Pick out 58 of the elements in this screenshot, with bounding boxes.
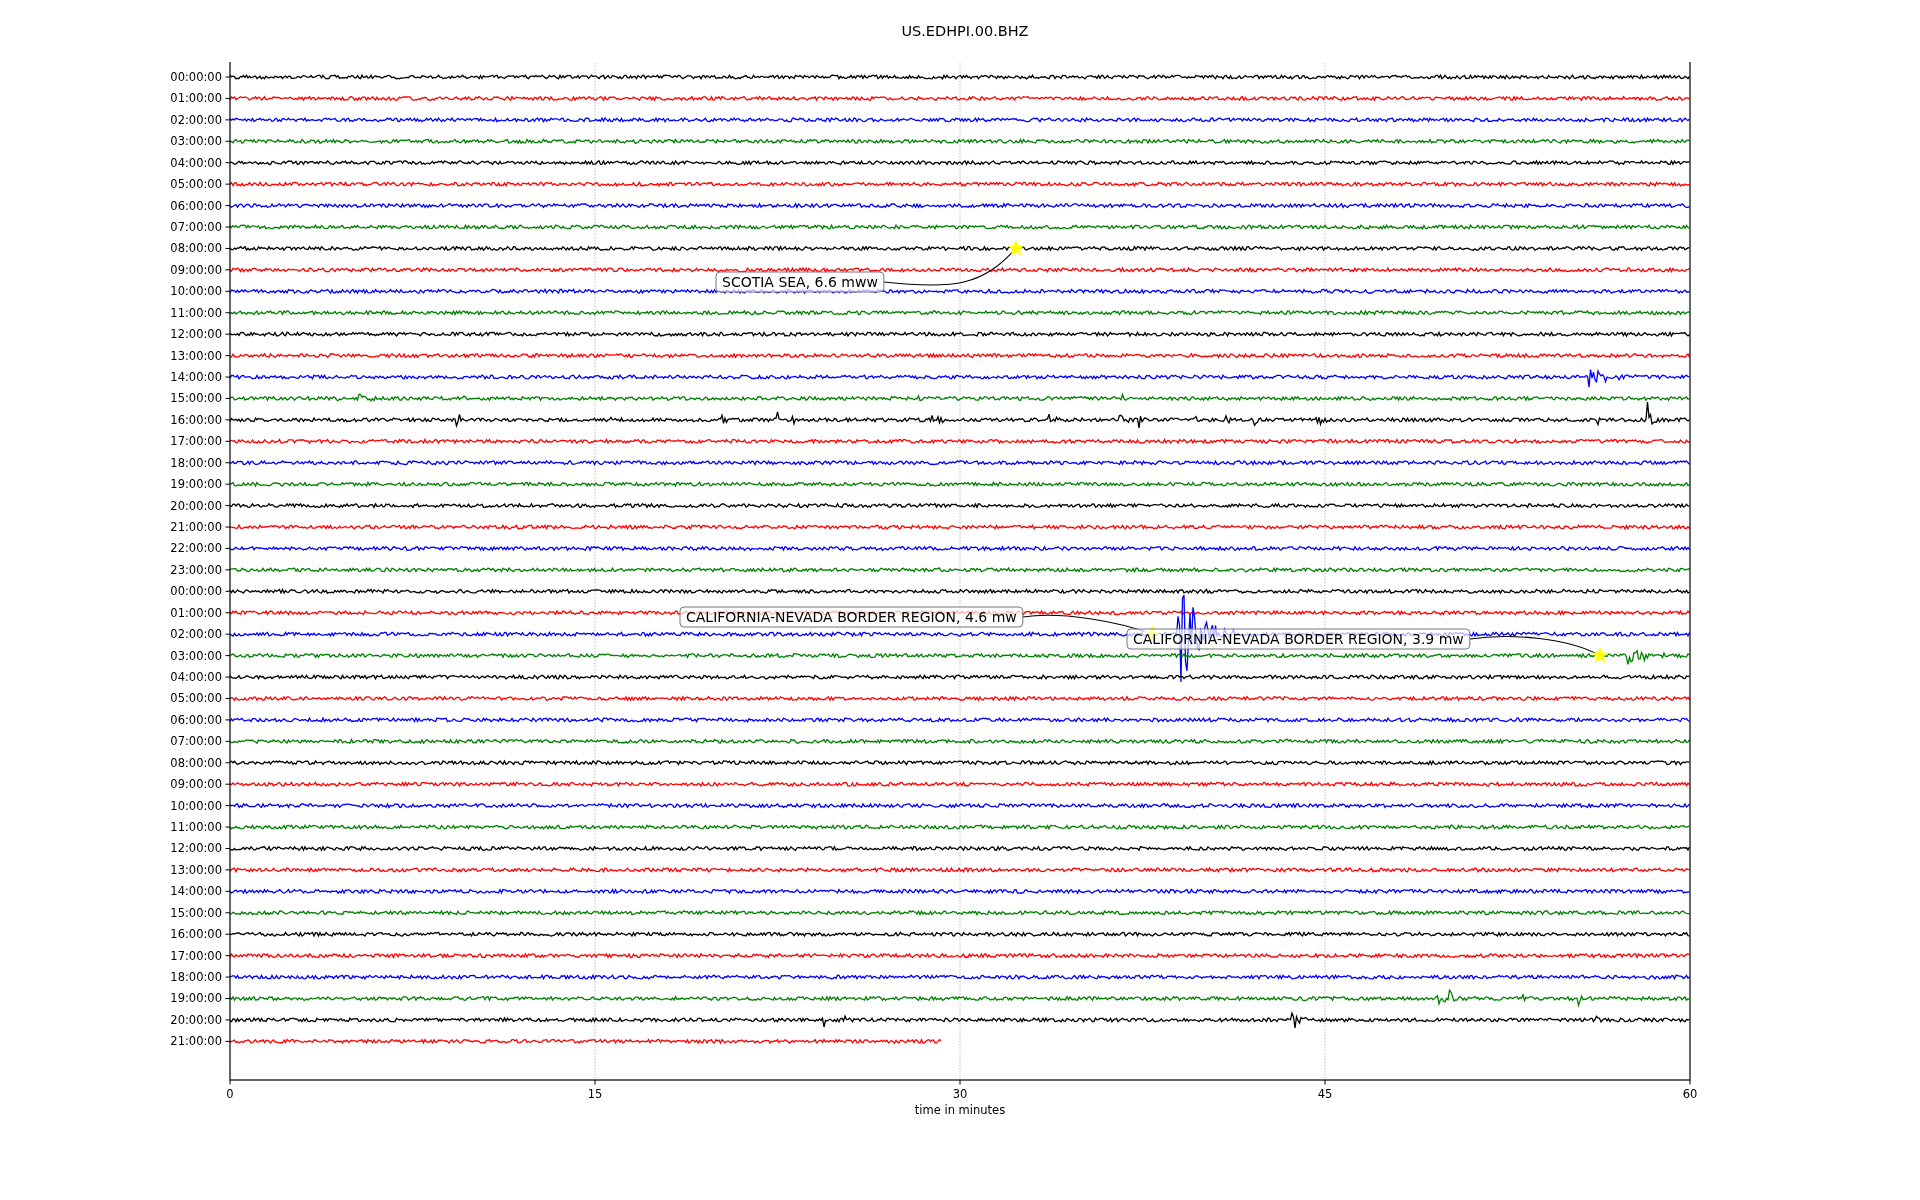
hour-label: 01:00:00: [170, 91, 222, 106]
hour-label: 02:00:00: [170, 627, 222, 642]
hour-label: 15:00:00: [170, 391, 222, 406]
hour-label: 06:00:00: [170, 712, 222, 727]
hour-label: 13:00:00: [170, 348, 222, 363]
hour-label: 19:00:00: [170, 991, 222, 1006]
hour-label: 07:00:00: [170, 734, 222, 749]
hour-label: 14:00:00: [170, 370, 222, 384]
hour-label: 20:00:00: [170, 498, 222, 513]
hour-label: 09:00:00: [170, 262, 222, 277]
hour-label: 09:00:00: [170, 777, 222, 792]
hour-label: 20:00:00: [170, 1012, 222, 1027]
hour-label: 08:00:00: [170, 241, 222, 256]
event-label: SCOTIA SEA, 6.6 mww: [715, 271, 885, 293]
hour-label: 12:00:00: [170, 841, 222, 856]
hour-label: 05:00:00: [170, 177, 222, 192]
hour-label: 04:00:00: [170, 155, 222, 170]
hour-label: 11:00:00: [170, 820, 222, 835]
event-label: CALIFORNIA-NEVADA BORDER REGION, 3.9 mw: [1126, 628, 1471, 650]
event-label: CALIFORNIA-NEVADA BORDER REGION, 4.6 mw: [679, 606, 1024, 628]
hour-label: 11:00:00: [170, 305, 222, 320]
tick-label: 30: [952, 1087, 968, 1101]
hour-label: 10:00:00: [170, 284, 222, 299]
hour-label: 06:00:00: [170, 198, 222, 213]
hour-label: 05:00:00: [170, 691, 222, 706]
hour-label: 18:00:00: [170, 970, 222, 985]
hour-label: 17:00:00: [170, 434, 222, 449]
hour-label: 19:00:00: [170, 477, 222, 492]
tick-label: 0: [226, 1087, 234, 1101]
hour-label: 14:00:00: [170, 884, 222, 899]
hour-label: 18:00:00: [170, 455, 222, 470]
hour-label: 00:00:00: [170, 70, 222, 84]
hour-label: 13:00:00: [170, 862, 222, 877]
tick-label: 60: [1682, 1087, 1698, 1101]
hour-label: 08:00:00: [170, 755, 222, 770]
tick-label: 15: [587, 1087, 603, 1101]
plot-title: US.EDHPI.00.BHZ: [901, 23, 1029, 39]
hour-label: 01:00:00: [170, 605, 222, 620]
hour-label: 21:00:00: [170, 1034, 222, 1049]
hour-label: 16:00:00: [170, 412, 222, 427]
hour-label: 10:00:00: [170, 798, 222, 813]
hour-label: 23:00:00: [170, 562, 222, 577]
hour-label: 00:00:00: [170, 584, 222, 599]
hour-label: 07:00:00: [170, 220, 222, 234]
hour-label: 21:00:00: [170, 520, 222, 535]
hour-label: 15:00:00: [170, 905, 222, 920]
hour-label: 12:00:00: [170, 327, 222, 342]
hour-label: 03:00:00: [170, 134, 222, 149]
hour-label: 22:00:00: [170, 541, 222, 556]
hour-label: 02:00:00: [170, 112, 222, 127]
hour-label: 16:00:00: [170, 927, 222, 942]
hour-label: 03:00:00: [170, 648, 222, 663]
hour-label: 17:00:00: [170, 948, 222, 963]
star-icon: [1591, 646, 1609, 663]
tick-label: 45: [1317, 1087, 1333, 1101]
axis-label: time in minutes: [914, 1103, 1006, 1117]
hour-label: 04:00:00: [170, 670, 222, 685]
star-icon: [1007, 239, 1025, 256]
